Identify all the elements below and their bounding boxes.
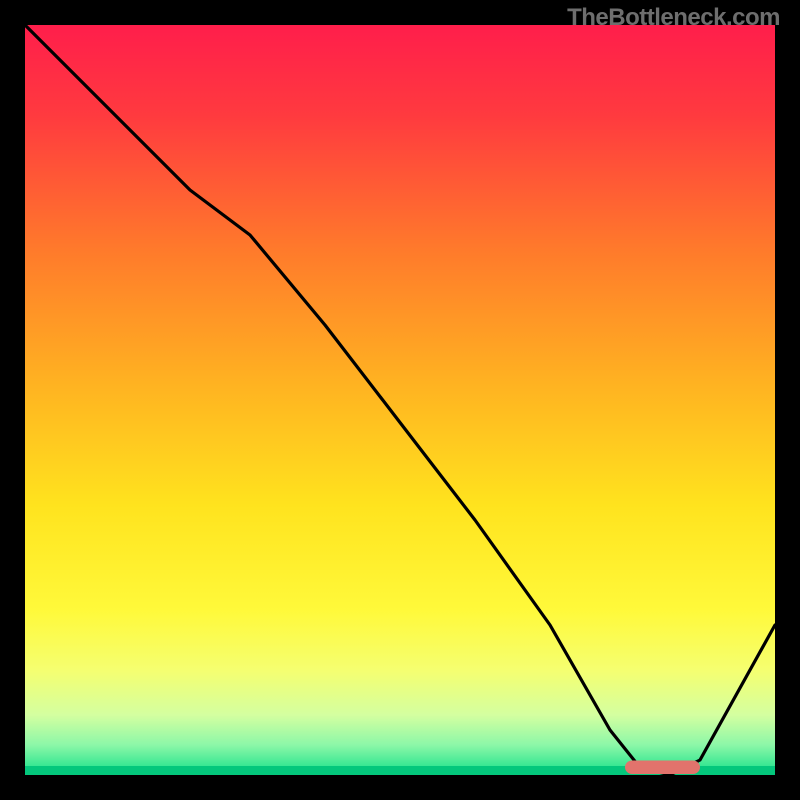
bottleneck-chart: [25, 25, 775, 775]
